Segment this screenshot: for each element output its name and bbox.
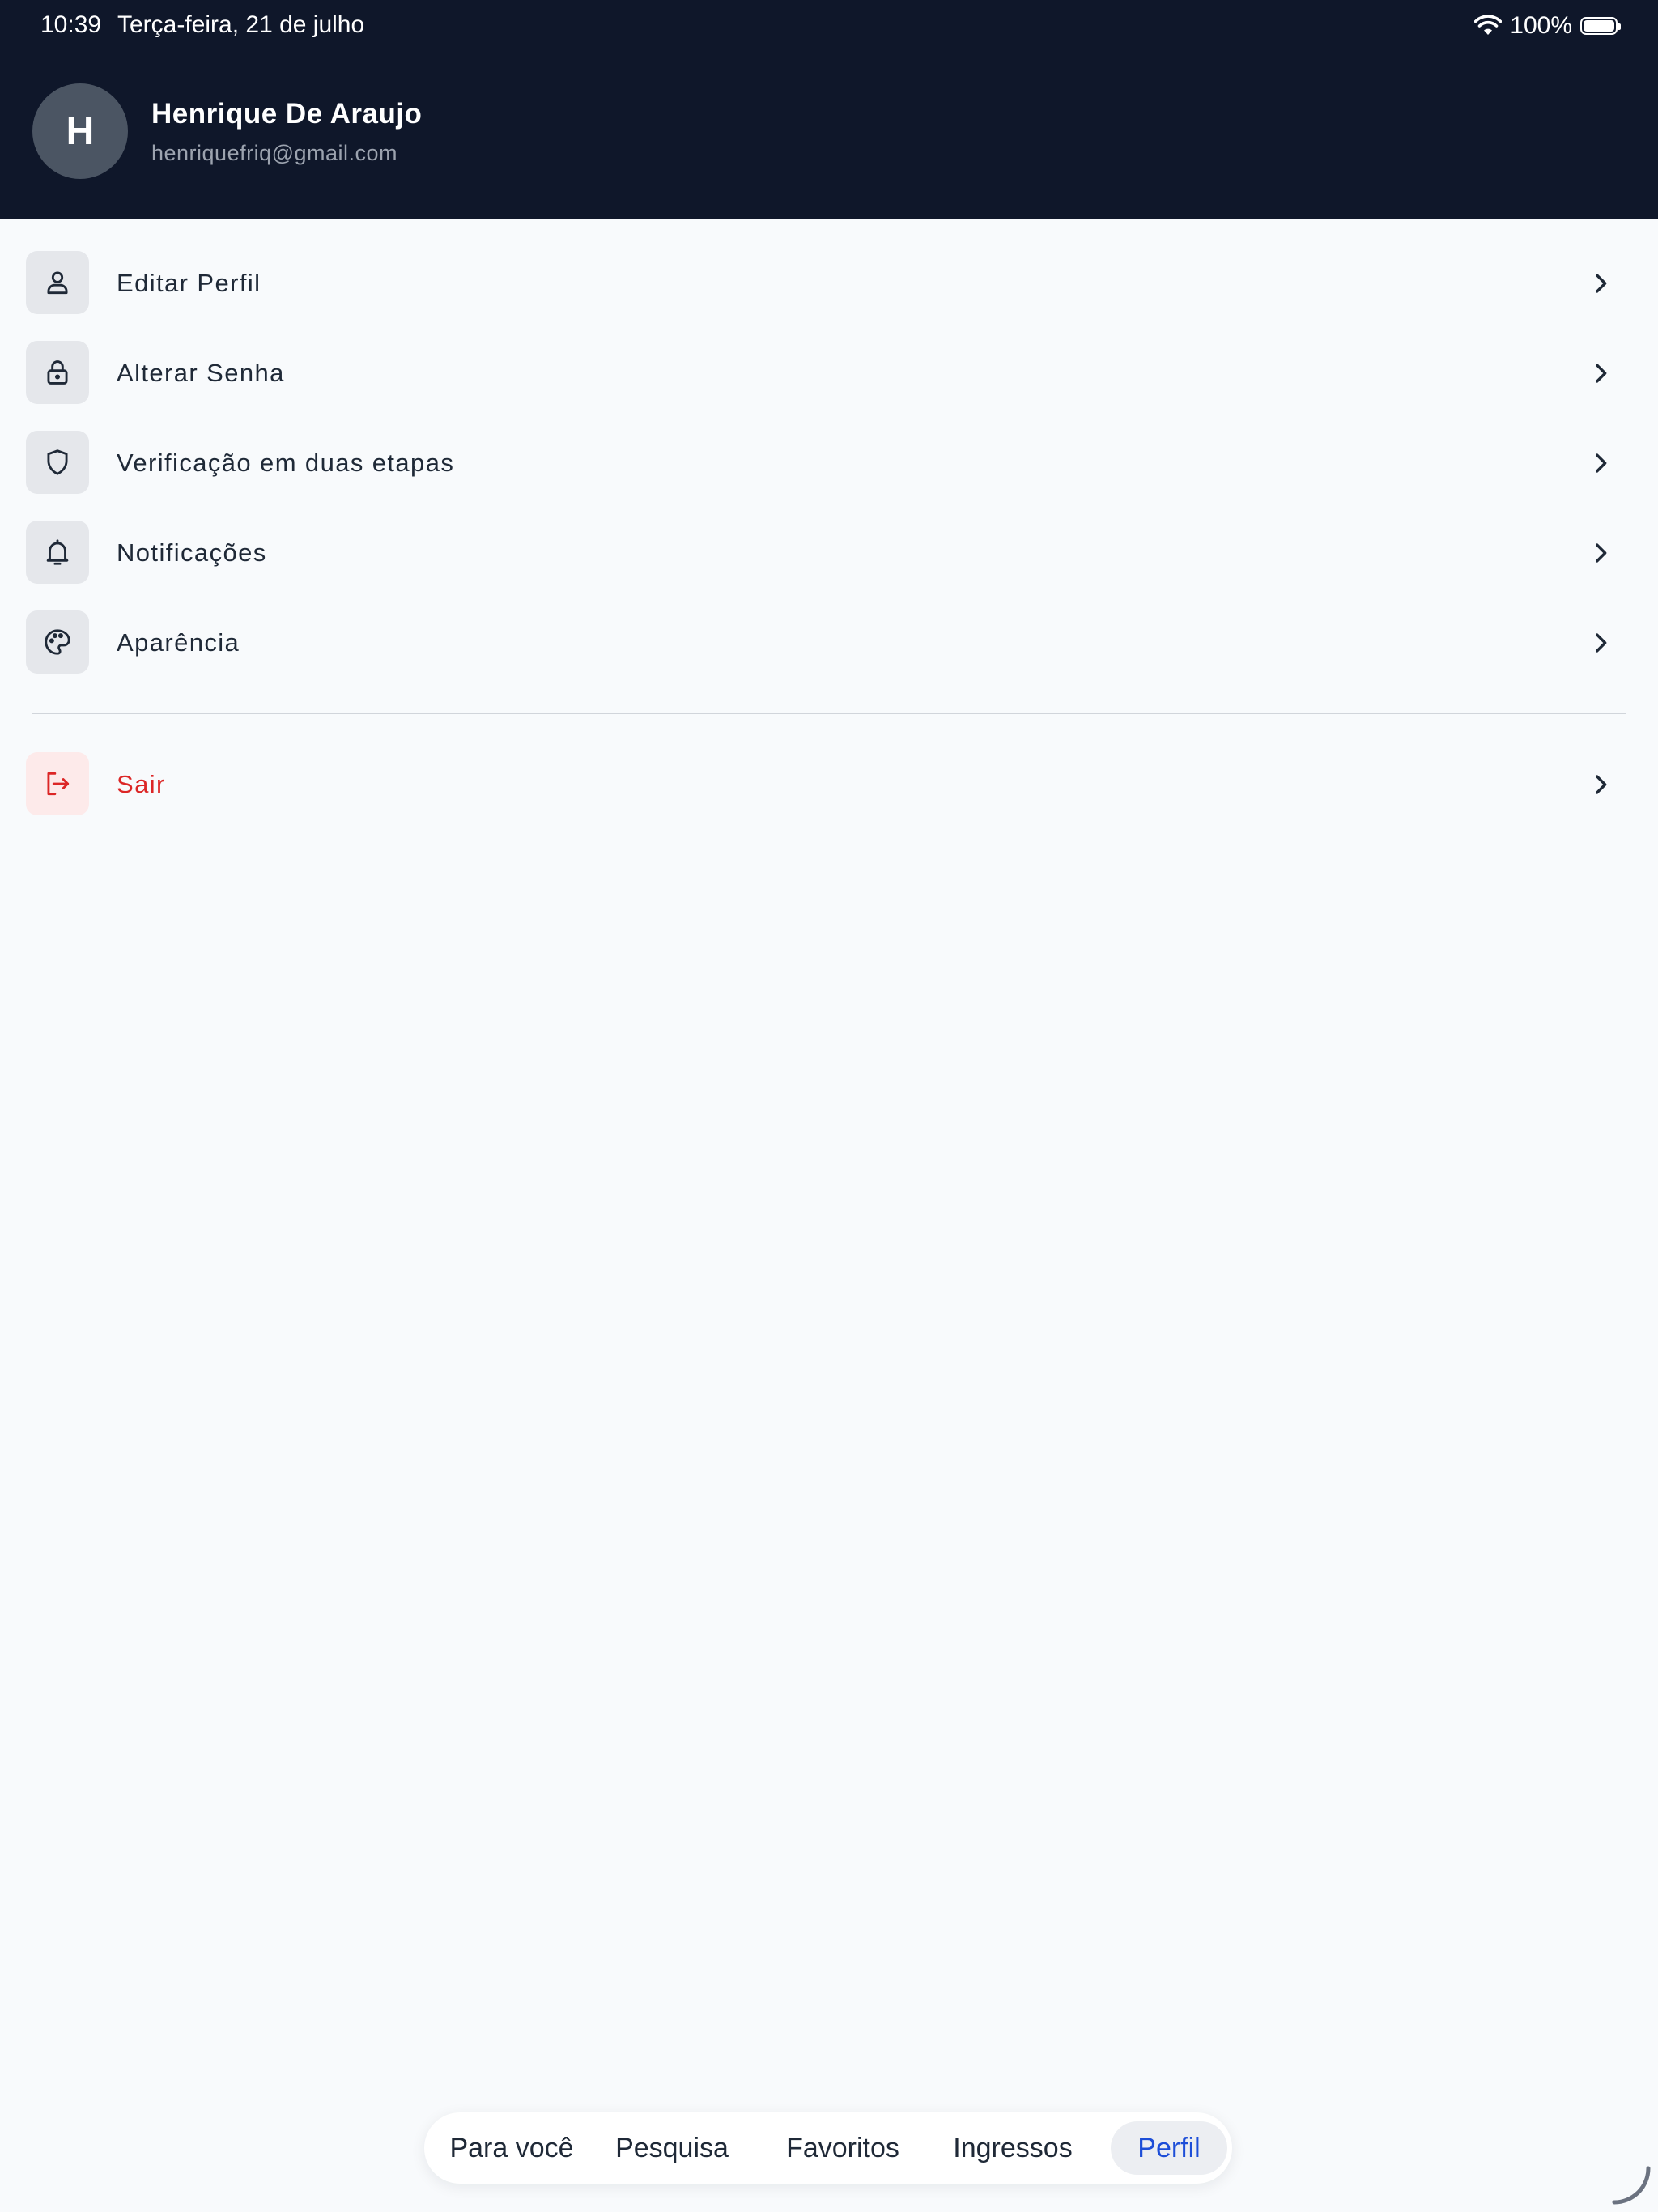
menu-item-label: Notificações (117, 538, 267, 567)
chevron-right-icon (1596, 633, 1607, 653)
status-date: Terça-feira, 21 de julho (117, 11, 365, 38)
status-bar: 10:39 Terça-feira, 21 de julho 100% (0, 0, 1658, 52)
status-indicators: 100% (1474, 11, 1621, 40)
user-icon (26, 251, 89, 314)
menu-item-appearance[interactable]: Aparência (0, 578, 1658, 674)
menu-item-notifications[interactable]: Notificações (0, 488, 1658, 584)
battery-percentage: 100% (1510, 12, 1572, 39)
chevron-right-icon (1596, 274, 1607, 293)
chevron-right-icon (1596, 543, 1607, 563)
tab-favoritos[interactable]: Favoritos (771, 2121, 915, 2175)
battery-icon (1580, 17, 1621, 35)
menu-item-label: Verificação em duas etapas (117, 449, 455, 477)
profile-header: 10:39 Terça-feira, 21 de julho 100% H He… (0, 0, 1658, 219)
tab-ingressos[interactable]: Ingressos (937, 2121, 1088, 2175)
logout-icon (26, 752, 89, 815)
user-email: henriquefriq@gmail.com (151, 141, 398, 165)
bottom-tab-bar: Para você Pesquisa Favoritos Ingressos P… (424, 2112, 1232, 2184)
palette-icon (26, 610, 89, 674)
chevron-right-icon (1596, 775, 1607, 794)
tab-pesquisa[interactable]: Pesquisa (604, 2121, 740, 2175)
menu-item-label: Alterar Senha (117, 359, 285, 387)
menu-item-logout[interactable]: Sair (0, 720, 1658, 815)
lock-icon (26, 341, 89, 404)
menu-item-label: Sair (117, 770, 166, 798)
menu-item-label: Editar Perfil (117, 269, 261, 297)
tab-para-voce[interactable]: Para você (436, 2121, 588, 2175)
chevron-right-icon (1596, 453, 1607, 473)
menu-item-label: Aparência (117, 628, 240, 657)
user-name: Henrique De Araujo (151, 98, 423, 130)
tab-perfil[interactable]: Perfil (1111, 2121, 1227, 2175)
menu-item-two-factor[interactable]: Verificação em duas etapas (0, 398, 1658, 494)
wifi-icon (1474, 15, 1503, 35)
resize-handle-icon[interactable] (1609, 2163, 1653, 2207)
avatar: H (32, 83, 128, 179)
menu-item-edit-profile[interactable]: Editar Perfil (0, 219, 1658, 314)
status-time: 10:39 (40, 11, 102, 38)
menu-item-change-password[interactable]: Alterar Senha (0, 308, 1658, 404)
menu-divider (32, 713, 1626, 714)
chevron-right-icon (1596, 364, 1607, 383)
shield-icon (26, 431, 89, 494)
bell-icon (26, 521, 89, 584)
